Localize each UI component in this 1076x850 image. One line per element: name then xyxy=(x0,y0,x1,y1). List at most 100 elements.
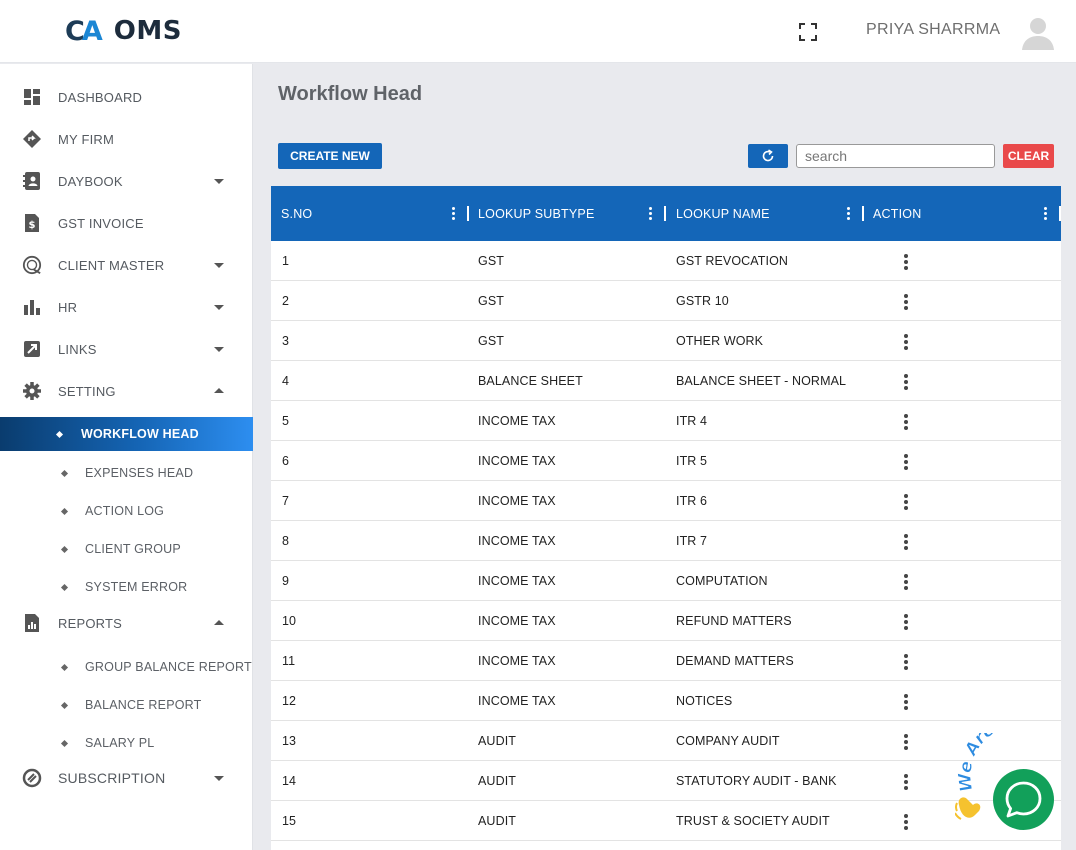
sidebar-item-client-master[interactable]: CLIENT MASTER xyxy=(0,245,253,285)
sidebar-subitem-expenses-head[interactable]: EXPENSES HEAD xyxy=(0,456,253,490)
sidebar-subitem-label: WORKFLOW HEAD xyxy=(81,427,199,441)
sidebar-subitem-action-log[interactable]: ACTION LOG xyxy=(0,494,253,528)
chat-bubble-icon xyxy=(1005,781,1042,818)
sidebar-item-gst-invoice[interactable]: $ GST INVOICE xyxy=(0,203,253,243)
cell-lookup-name: ITR 4 xyxy=(676,414,708,428)
column-header-lookup-subtype[interactable]: LOOKUP SUBTYPE xyxy=(478,186,595,241)
cell-lookup-subtype: INCOME TAX xyxy=(478,574,556,588)
sidebar-item-label: DAYBOOK xyxy=(58,173,123,189)
cell-lookup-subtype: AUDIT xyxy=(478,774,516,788)
sidebar-subitem-salary-pl[interactable]: SALARY PL xyxy=(0,726,253,760)
table-row[interactable]: 15 AUDIT TRUST & SOCIETY AUDIT xyxy=(271,801,1061,841)
table-row[interactable]: 8 INCOME TAX ITR 7 xyxy=(271,521,1061,561)
row-action-menu-icon[interactable] xyxy=(904,374,909,390)
row-action-menu-icon[interactable] xyxy=(904,734,909,750)
column-header-action[interactable]: ACTION xyxy=(873,186,921,241)
table-row[interactable]: 12 INCOME TAX NOTICES xyxy=(271,681,1061,721)
cell-lookup-name: ITR 5 xyxy=(676,454,708,468)
sidebar-item-label: SUBSCRIPTION xyxy=(58,770,166,786)
row-action-menu-icon[interactable] xyxy=(904,254,909,270)
search-input[interactable] xyxy=(796,144,995,168)
top-header: CA OMS PRIYA SHARRMA xyxy=(0,0,1076,63)
cell-lookup-subtype: INCOME TAX xyxy=(478,454,556,468)
sidebar-item-dashboard[interactable]: DASHBOARD xyxy=(0,77,253,117)
table-row[interactable]: 7 INCOME TAX ITR 6 xyxy=(271,481,1061,521)
row-action-menu-icon[interactable] xyxy=(904,574,909,590)
table-row[interactable]: 1 GST GST REVOCATION xyxy=(271,241,1061,281)
cell-lookup-name: DEMAND MATTERS xyxy=(676,654,794,668)
fullscreen-icon[interactable] xyxy=(798,22,818,42)
column-resize-handle[interactable] xyxy=(664,206,666,221)
bullet-icon xyxy=(60,739,69,747)
cell-lookup-name: TRUST & SOCIETY AUDIT xyxy=(676,814,830,828)
sidebar-subitem-label: ACTION LOG xyxy=(85,504,165,518)
table-row[interactable]: 14 AUDIT STATUTORY AUDIT - BANK xyxy=(271,761,1061,801)
sidebar-item-links[interactable]: LINKS xyxy=(0,329,253,369)
refresh-button[interactable] xyxy=(748,144,788,168)
cell-lookup-name: COMPUTATION xyxy=(676,574,768,588)
sidebar-item-reports[interactable]: REPORTS xyxy=(0,603,253,643)
sidebar-item-my-firm[interactable]: MY FIRM xyxy=(0,119,253,159)
column-menu-icon[interactable] xyxy=(452,207,456,221)
user-name[interactable]: PRIYA SHARRMA xyxy=(866,21,1000,39)
cell-lookup-name: GST REVOCATION xyxy=(676,254,789,268)
table-row[interactable]: 11 INCOME TAX DEMAND MATTERS xyxy=(271,641,1061,681)
cell-sno: 12 xyxy=(282,694,297,708)
cell-lookup-subtype: INCOME TAX xyxy=(478,534,556,548)
sidebar-item-hr[interactable]: HR xyxy=(0,287,253,327)
column-menu-icon[interactable] xyxy=(847,207,851,221)
sidebar-item-label: HR xyxy=(58,299,78,315)
cell-lookup-subtype: GST xyxy=(478,334,504,348)
row-action-menu-icon[interactable] xyxy=(904,614,909,630)
sidebar-item-subscription[interactable]: SUBSCRIPTION xyxy=(0,758,253,798)
chevron-down-icon xyxy=(214,179,224,184)
column-header-sno[interactable]: S.NO xyxy=(281,186,312,241)
sidebar-item-daybook[interactable]: DAYBOOK xyxy=(0,161,253,201)
table-row[interactable]: 10 INCOME TAX REFUND MATTERS xyxy=(271,601,1061,641)
row-action-menu-icon[interactable] xyxy=(904,454,909,470)
table-row[interactable]: 9 INCOME TAX COMPUTATION xyxy=(271,561,1061,601)
row-action-menu-icon[interactable] xyxy=(904,294,909,310)
column-header-lookup-name[interactable]: LOOKUP NAME xyxy=(676,186,770,241)
sidebar-item-setting[interactable]: SETTING xyxy=(0,371,253,411)
bullet-icon xyxy=(60,545,69,553)
sidebar-item-label: LINKS xyxy=(58,341,97,357)
table-row[interactable]: 13 AUDIT COMPANY AUDIT xyxy=(271,721,1061,761)
sidebar-subitem-client-group[interactable]: CLIENT GROUP xyxy=(0,532,253,566)
row-action-menu-icon[interactable] xyxy=(904,414,909,430)
column-resize-handle[interactable] xyxy=(1059,206,1061,221)
column-resize-handle[interactable] xyxy=(467,206,469,221)
table-row[interactable]: 4 BALANCE SHEET BALANCE SHEET - NORMAL xyxy=(271,361,1061,401)
column-menu-icon[interactable] xyxy=(1044,207,1048,221)
row-action-menu-icon[interactable] xyxy=(904,694,909,710)
row-action-menu-icon[interactable] xyxy=(904,534,909,550)
table-row[interactable]: 5 INCOME TAX ITR 4 xyxy=(271,401,1061,441)
chat-launcher-button[interactable] xyxy=(993,769,1054,830)
column-resize-handle[interactable] xyxy=(862,206,864,221)
user-avatar-icon[interactable] xyxy=(1019,13,1057,51)
sidebar-subitem-system-error[interactable]: SYSTEM ERROR xyxy=(0,570,253,604)
app-logo[interactable]: CA OMS xyxy=(65,14,182,48)
row-action-menu-icon[interactable] xyxy=(904,814,909,830)
sidebar-subitem-label: BALANCE REPORT xyxy=(85,698,202,712)
sidebar-subitem-group-balance-report[interactable]: GROUP BALANCE REPORT xyxy=(0,650,253,684)
cell-lookup-name: COMPANY AUDIT xyxy=(676,734,780,748)
row-action-menu-icon[interactable] xyxy=(904,494,909,510)
create-new-button[interactable]: CREATE NEW xyxy=(278,143,382,169)
cell-lookup-subtype: INCOME TAX xyxy=(478,494,556,508)
row-action-menu-icon[interactable] xyxy=(904,334,909,350)
clear-button[interactable]: CLEAR xyxy=(1003,144,1054,168)
table-row[interactable]: 6 INCOME TAX ITR 5 xyxy=(271,441,1061,481)
table-row[interactable]: 2 GST GSTR 10 xyxy=(271,281,1061,321)
column-menu-icon[interactable] xyxy=(649,207,653,221)
sidebar-subitem-balance-report[interactable]: BALANCE REPORT xyxy=(0,688,253,722)
waving-hand-icon xyxy=(955,797,981,820)
row-action-menu-icon[interactable] xyxy=(904,654,909,670)
cell-lookup-subtype: INCOME TAX xyxy=(478,614,556,628)
contact-book-icon xyxy=(22,171,42,191)
sidebar-subitem-workflow-head[interactable]: WORKFLOW HEAD xyxy=(0,417,253,451)
gear-icon xyxy=(22,381,42,401)
sidebar-subitem-label: SYSTEM ERROR xyxy=(85,580,188,594)
row-action-menu-icon[interactable] xyxy=(904,774,909,790)
table-row[interactable]: 3 GST OTHER WORK xyxy=(271,321,1061,361)
